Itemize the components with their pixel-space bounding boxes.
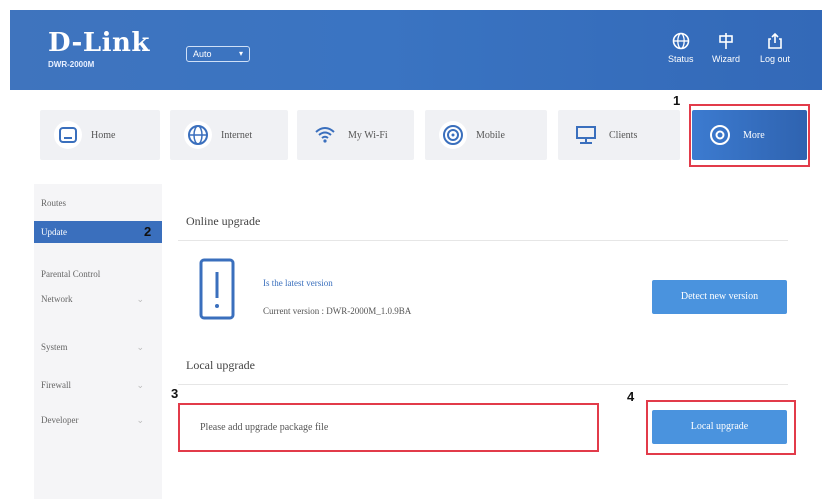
sidebar-item-network[interactable]: Network ⌄ xyxy=(34,288,162,310)
highlight-tab-more xyxy=(689,104,810,167)
tab-label: Mobile xyxy=(476,129,505,141)
globe-icon xyxy=(672,32,690,50)
tab-home[interactable]: Home xyxy=(40,110,160,160)
sidebar-item-parental-control[interactable]: Parental Control xyxy=(34,263,162,285)
tab-clients[interactable]: Clients xyxy=(558,110,680,160)
tab-label: Home xyxy=(91,129,116,141)
chevron-down-icon: ⌄ xyxy=(136,415,144,425)
language-select[interactable]: Auto ▾ xyxy=(186,46,250,62)
local-upgrade-button[interactable]: Local upgrade xyxy=(652,410,787,444)
chevron-down-icon: ⌄ xyxy=(136,294,144,304)
clients-icon xyxy=(572,121,600,149)
wizard-icon xyxy=(719,33,733,49)
chevron-down-icon: ⌄ xyxy=(136,380,144,390)
mobile-icon xyxy=(439,121,467,149)
callout-1: 1 xyxy=(673,93,681,108)
tab-my-wifi[interactable]: My Wi-Fi xyxy=(297,110,414,160)
tab-label: Internet xyxy=(221,129,253,141)
sidebar-item-label: Developer xyxy=(41,415,79,425)
callout-4: 4 xyxy=(627,389,635,404)
wizard-button[interactable]: Wizard xyxy=(712,32,740,64)
current-version: Current version : DWR-2000M_1.0.9BA xyxy=(263,306,412,316)
sidebar-item-developer[interactable]: Developer ⌄ xyxy=(34,409,162,431)
chevron-down-icon: ▾ xyxy=(238,49,243,58)
tab-label: Clients xyxy=(609,129,638,141)
tab-mobile[interactable]: Mobile xyxy=(425,110,547,160)
logout-label: Log out xyxy=(760,54,791,64)
upgrade-file-field[interactable]: Please add upgrade package file xyxy=(178,403,599,452)
wizard-label: Wizard xyxy=(712,54,741,64)
callout-2: 2 xyxy=(144,224,152,239)
local-upgrade-title: Local upgrade xyxy=(186,358,255,372)
section-divider xyxy=(178,240,788,241)
language-value: Auto xyxy=(193,49,212,59)
sidebar-item-label: System xyxy=(41,342,68,352)
wifi-icon xyxy=(311,121,339,149)
status-label: Status xyxy=(668,54,694,64)
status-button[interactable]: Status xyxy=(668,32,694,64)
sidebar-item-label: Network xyxy=(41,294,73,304)
sidebar-item-firewall[interactable]: Firewall ⌄ xyxy=(34,374,162,396)
sidebar-item-system[interactable]: System ⌄ xyxy=(34,336,162,358)
sidebar-item-routes[interactable]: Routes xyxy=(34,192,162,214)
sidebar-item-label: Parental Control xyxy=(41,269,101,279)
detect-new-version-button[interactable]: Detect new version xyxy=(652,280,787,314)
top-header: D-Link DWR-2000M Auto ▾ Status Wizard Lo… xyxy=(10,10,822,90)
sidebar-item-label: Firewall xyxy=(41,380,71,390)
sidebar-item-label: Update xyxy=(41,227,67,237)
section-divider xyxy=(178,384,788,385)
online-upgrade-title: Online upgrade xyxy=(186,214,261,228)
tab-internet[interactable]: Internet xyxy=(170,110,288,160)
internet-icon xyxy=(184,121,212,149)
sidebar-item-update[interactable]: Update xyxy=(34,221,162,243)
logout-icon xyxy=(768,32,782,49)
version-status: Is the latest version xyxy=(263,278,333,288)
callout-3: 3 xyxy=(171,386,179,401)
home-icon xyxy=(54,121,82,149)
sidebar: Routes Update Parental Control Network ⌄ … xyxy=(34,184,162,499)
device-icon xyxy=(199,258,235,320)
tab-label: My Wi-Fi xyxy=(348,129,388,141)
dlink-logo: D-Link xyxy=(48,28,150,58)
sidebar-item-label: Routes xyxy=(41,198,67,208)
chevron-down-icon: ⌄ xyxy=(136,342,144,352)
logout-button[interactable]: Log out xyxy=(760,32,790,64)
model-label: DWR-2000M xyxy=(48,60,95,69)
